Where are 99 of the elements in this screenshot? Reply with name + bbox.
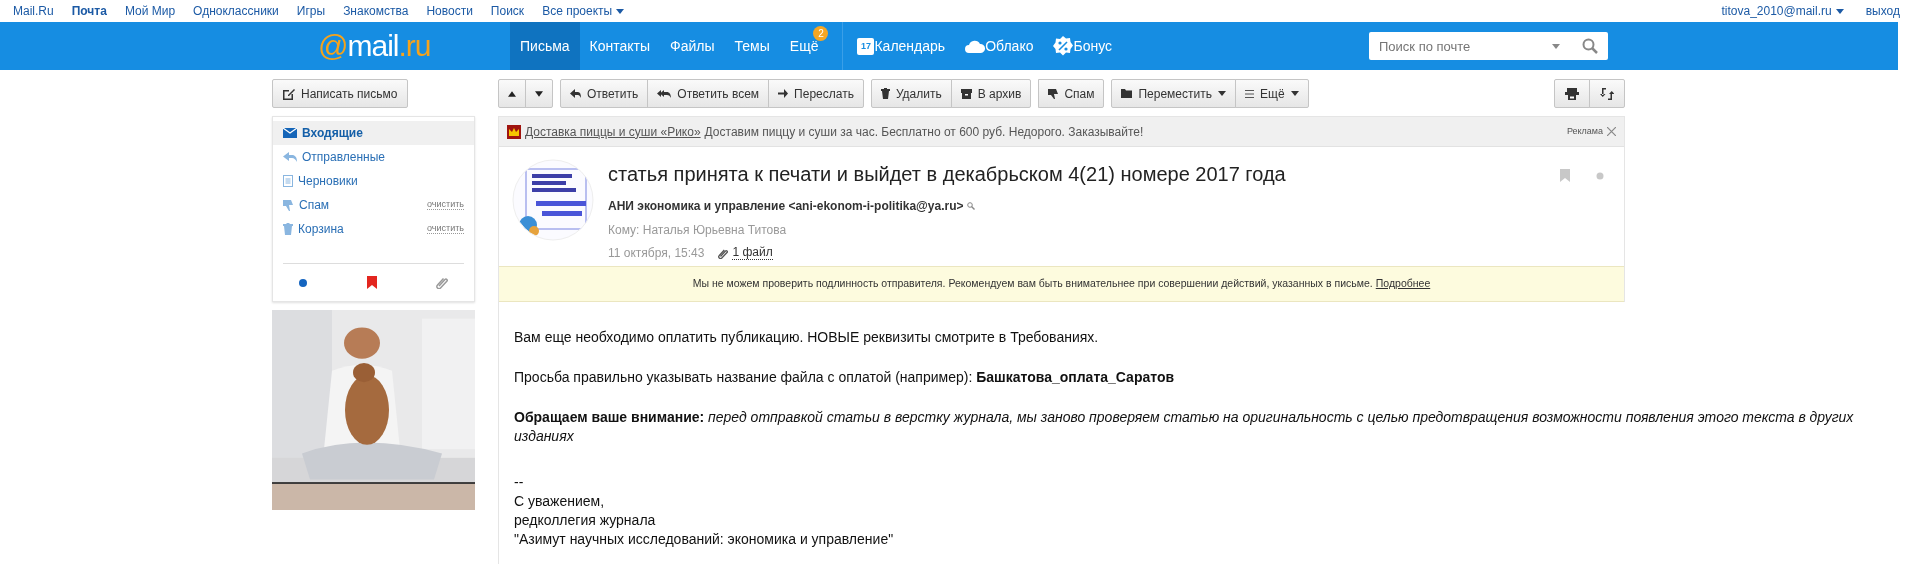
clear-link[interactable]: очистить	[427, 200, 464, 210]
document-icon	[283, 175, 293, 187]
paperclip-icon	[718, 247, 729, 259]
service-link[interactable]: Бонус	[1073, 35, 1112, 57]
folder-item[interactable]: Спам очистить	[273, 193, 474, 217]
folder-item[interactable]: Отправленные	[273, 145, 474, 169]
right-arrow-icon	[778, 89, 789, 98]
envelope-icon	[283, 128, 297, 138]
nav-tab[interactable]: Ещё 2	[779, 22, 829, 70]
signature-line: "Азимут научных исследований: экономика и управление"	[514, 530, 894, 549]
up-arrow-icon	[508, 90, 516, 97]
arrow-button[interactable]	[498, 79, 526, 108]
search-icon	[967, 201, 976, 210]
paragraph: Обращаем ваше внимание: перед отправкой статьи в верстку журнала, мы заново проверяем статью на оригинальность с целью предотвращения возможности появления этого текста в других изданиях	[514, 408, 1855, 446]
email-subject: статья принята к печати и выйдет в декабрьском 4(21) номере 2017 года	[608, 162, 1287, 187]
toolbar-button[interactable]: Спам	[1038, 79, 1105, 108]
folder-item[interactable]: Черновики	[273, 169, 474, 193]
thumbs-down-icon	[283, 199, 294, 211]
toolbar-button[interactable]: Ответить всем	[647, 79, 770, 108]
toolbar-button[interactable]: Ответить	[560, 79, 649, 108]
toolbar-button[interactable]: В архив	[950, 79, 1032, 108]
caret-icon	[1218, 91, 1226, 96]
date-text: 11 октября, 15:43	[608, 245, 705, 262]
logo[interactable]: @mail.ru	[318, 31, 510, 61]
menu-button[interactable]: Ещё	[1235, 79, 1309, 108]
service-link[interactable]: Облако	[985, 35, 1034, 57]
nav-tab[interactable]: Темы	[724, 22, 780, 70]
compose-button[interactable]: Написать письмо	[272, 79, 409, 108]
trash-icon	[880, 88, 890, 99]
top-nav-link[interactable]: Одноклассники	[193, 2, 279, 20]
bookmark-icon	[366, 276, 377, 289]
bookmark-toggle[interactable]	[1560, 169, 1570, 182]
down-arrow-icon	[535, 90, 543, 97]
filter-toggle[interactable]	[299, 278, 307, 287]
account-menu[interactable]: titova_2010@mail.ru	[1721, 2, 1844, 20]
edit-icon	[283, 87, 295, 100]
top-nav-link[interactable]: Mail.Ru	[13, 2, 54, 20]
paragraph: Вам еще необходимо оплатить публикацию. НОВЫЕ реквизиты смотрите в Требованиях.	[514, 328, 1100, 347]
percent-badge-icon	[1053, 36, 1074, 56]
folder-item[interactable]: Входящие	[273, 121, 474, 145]
dot-icon	[1596, 172, 1604, 180]
swap-arrows-icon	[1600, 86, 1614, 101]
arrow-button[interactable]	[525, 79, 553, 108]
bookmark-icon	[1560, 169, 1570, 182]
close-icon[interactable]	[1607, 127, 1616, 136]
crown-icon	[507, 124, 521, 139]
archive-box-icon	[960, 88, 972, 99]
signature-line: С уважением,	[514, 492, 605, 511]
all-projects-menu[interactable]: Все проекты	[542, 2, 625, 20]
reply-arrow-icon	[283, 152, 297, 162]
trash-icon	[283, 223, 293, 235]
top-nav-link[interactable]: Новости	[426, 2, 473, 20]
caret-icon	[616, 8, 625, 14]
more-link[interactable]: Подробнее	[1375, 276, 1431, 292]
toolbar-button[interactable]	[1589, 79, 1625, 108]
clear-link[interactable]: очистить	[427, 224, 464, 234]
sender-name[interactable]: АНИ экономика и управление <ani-ekonom-i-politika@ya.ru>	[608, 197, 964, 215]
logout-link[interactable]: выход	[1865, 2, 1900, 20]
ad-link[interactable]: Доставка пиццы и суши «Рико»	[525, 122, 701, 141]
top-nav-link[interactable]: Почта	[71, 2, 107, 20]
calendar-icon: 17	[857, 37, 875, 55]
reply-all-arrow-icon	[657, 89, 672, 98]
signature-line: --	[514, 473, 524, 492]
warning-text: Мы не можем проверить подлинность отправителя. Рекомендуем вам быть внимательнее при совершении действий, указанных в письме.	[692, 276, 1373, 292]
signature-line: редколлегия журнала	[514, 511, 656, 530]
paperclip-icon	[436, 276, 448, 289]
attachment-link[interactable]: 1 файл	[732, 245, 773, 261]
nav-tab[interactable]: Контакты	[579, 22, 661, 70]
filter-toggle[interactable]	[436, 276, 448, 289]
recipient-text: Кому: Наталья Юрьевна Титова	[608, 222, 788, 239]
menu-lines-icon	[1245, 89, 1254, 98]
stamp-icon	[1565, 86, 1579, 101]
caret-icon	[1835, 8, 1844, 14]
thumbs-down-icon	[1048, 88, 1059, 99]
top-nav-link[interactable]: Поиск	[490, 2, 525, 20]
top-nav-link[interactable]: Игры	[296, 2, 326, 20]
folder-item[interactable]: Корзина очистить	[273, 217, 474, 241]
caret-icon	[1552, 43, 1560, 49]
nav-tab[interactable]: Файлы	[660, 22, 725, 70]
count-badge: 2	[813, 26, 829, 41]
top-nav-link[interactable]: Мой Мир	[124, 2, 176, 20]
reply-arrow-icon	[570, 89, 581, 98]
dot-icon	[299, 278, 307, 287]
nav-tab[interactable]: Письма	[510, 22, 580, 70]
toolbar-button[interactable]: Удалить	[870, 79, 952, 108]
search-icon	[1582, 38, 1598, 54]
menu-button[interactable]: Переместить	[1111, 79, 1236, 108]
top-nav-link[interactable]: Знакомства	[343, 2, 409, 20]
toolbar-button[interactable]: Переслать	[768, 79, 864, 108]
service-link[interactable]: Календарь	[874, 35, 946, 57]
cloud-icon	[965, 39, 986, 53]
search-field[interactable]: Поиск по почте	[1369, 32, 1608, 60]
ad-text: Доставим пиццу и суши за час. Бесплатно от 600 руб. Недорого. Заказывайте!	[704, 123, 1144, 141]
caret-icon	[1290, 91, 1299, 96]
paragraph: Просьба правильно указывать название файла с оплатой (например): Башкатова_оплата_Саратов	[514, 368, 1176, 387]
toolbar-button[interactable]	[1554, 79, 1590, 108]
filter-toggle[interactable]	[366, 276, 377, 289]
folder-icon	[1121, 89, 1133, 98]
ad-label: Реклама	[1566, 124, 1603, 138]
